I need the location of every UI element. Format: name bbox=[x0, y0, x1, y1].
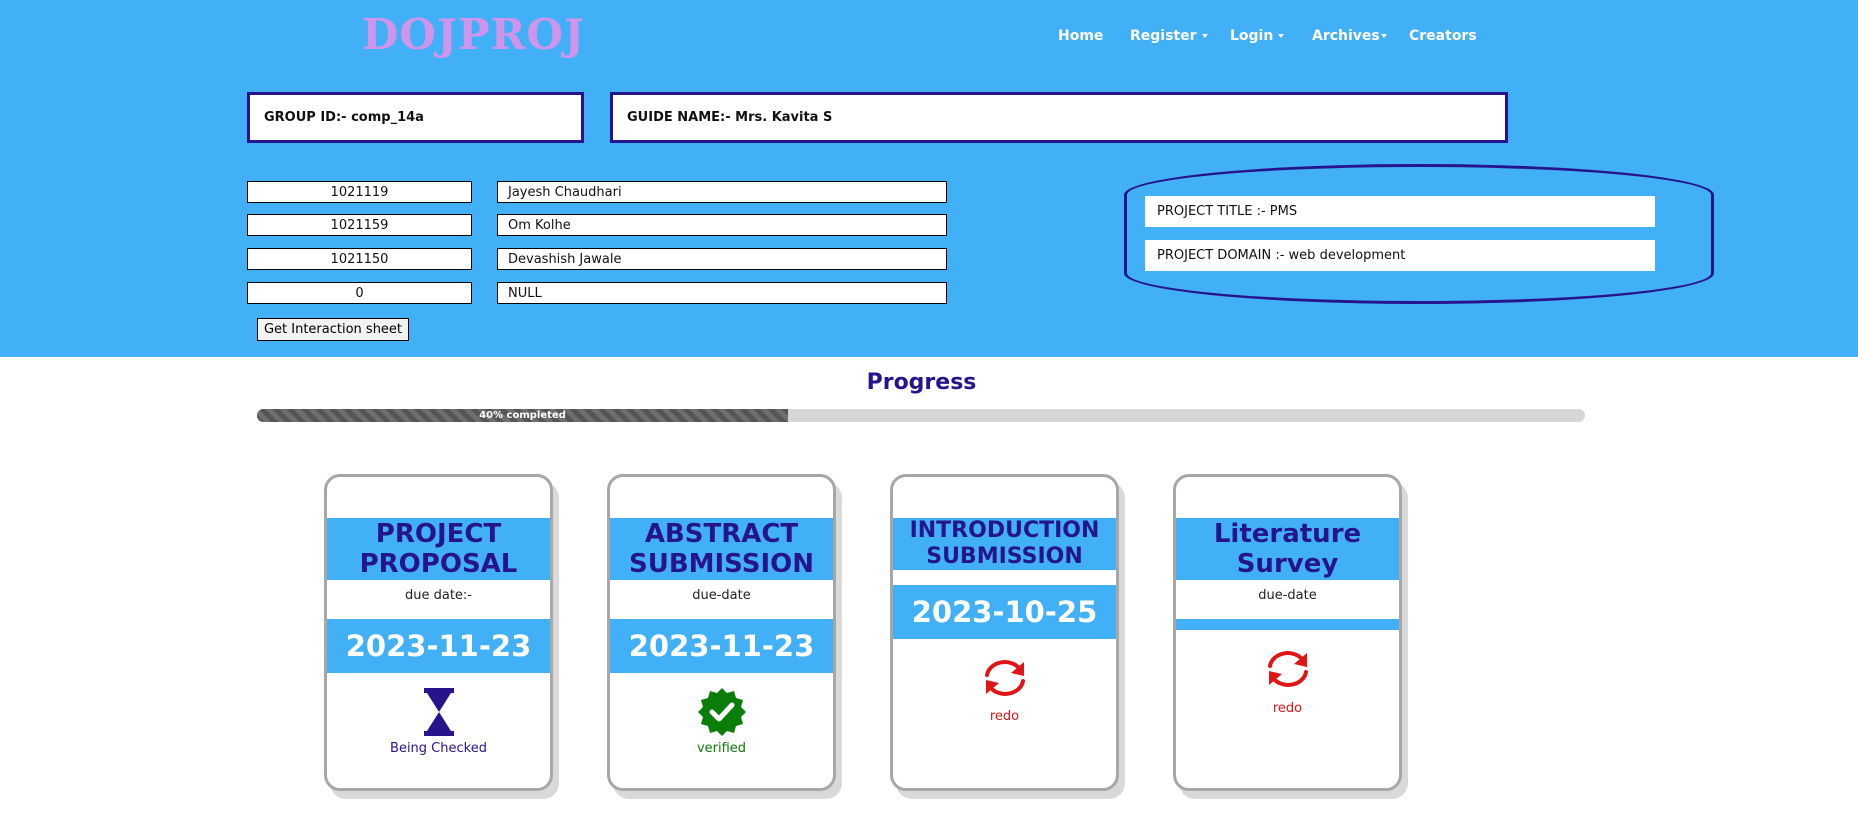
card-date: 2023-10-25 bbox=[911, 595, 1098, 629]
header: DOJPROJ Home Register Login Archives Cre… bbox=[0, 0, 1858, 357]
redo-icon bbox=[1263, 649, 1313, 693]
project-title-field: PROJECT TITLE :- PMS bbox=[1145, 196, 1655, 227]
progress-heading: Progress bbox=[866, 370, 977, 395]
card-title: PROJECT PROPOSAL bbox=[359, 519, 518, 579]
progress-label: 40% completed bbox=[479, 410, 566, 421]
card-date-band: 2023-11-23 bbox=[327, 619, 550, 673]
card-date-band: 2023-11-23 bbox=[610, 619, 833, 673]
nav-home[interactable]: Home bbox=[1058, 28, 1103, 44]
milestone-card-abstract-submission[interactable]: ABSTRACT SUBMISSION due-date 2023-11-23 … bbox=[607, 474, 836, 791]
nav-creators[interactable]: Creators bbox=[1409, 28, 1477, 44]
card-status: redo bbox=[893, 709, 1116, 724]
card-due-label: due-date bbox=[692, 588, 751, 603]
nav-register[interactable]: Register bbox=[1130, 28, 1208, 44]
card-due-label: due date:- bbox=[404, 588, 472, 603]
card-status-text: redo bbox=[989, 709, 1020, 724]
card-date-band bbox=[1176, 619, 1399, 630]
card-title-band: PROJECT PROPOSAL bbox=[327, 518, 550, 580]
card-status: redo bbox=[1176, 701, 1399, 716]
redo-icon bbox=[980, 658, 1030, 702]
project-domain-field: PROJECT DOMAIN :- web development bbox=[1145, 240, 1655, 271]
card-title-band: INTRODUCTION SUBMISSION bbox=[893, 518, 1116, 570]
card-status-text: redo bbox=[1272, 701, 1303, 716]
member-name-2: Om Kolhe bbox=[497, 214, 947, 236]
site-logo[interactable]: DOJPROJ bbox=[362, 10, 585, 59]
card-title-band: ABSTRACT SUBMISSION bbox=[610, 518, 833, 580]
card-date: 2023-11-23 bbox=[345, 629, 532, 663]
milestone-card-project-proposal[interactable]: PROJECT PROPOSAL due date:- 2023-11-23 B… bbox=[324, 474, 553, 791]
caret-down-icon bbox=[1201, 34, 1208, 38]
hourglass-icon bbox=[423, 688, 454, 740]
member-id-3: 1021150 bbox=[247, 248, 472, 270]
project-info-panel bbox=[1124, 164, 1714, 304]
verified-badge-icon bbox=[697, 688, 746, 740]
card-status: Being Checked bbox=[327, 741, 550, 756]
group-id-box: GROUP ID:- comp_14a bbox=[247, 92, 584, 143]
card-title-band: Literature Survey bbox=[1176, 518, 1399, 580]
member-id-1: 1021119 bbox=[247, 181, 472, 203]
member-name-4: NULL bbox=[497, 282, 947, 304]
card-title: ABSTRACT SUBMISSION bbox=[628, 519, 815, 579]
milestone-card-literature-survey[interactable]: Literature Survey due-date redo bbox=[1173, 474, 1402, 791]
member-id-4: 0 bbox=[247, 282, 472, 304]
get-interaction-sheet-button[interactable]: Get Interaction sheet bbox=[257, 318, 409, 341]
member-name-3: Devashish Jawale bbox=[497, 248, 947, 270]
member-name-1: Jayesh Chaudhari bbox=[497, 181, 947, 203]
card-status: verified bbox=[610, 741, 833, 756]
nav-login-label: Login bbox=[1230, 28, 1274, 44]
milestone-card-introduction-submission[interactable]: INTRODUCTION SUBMISSION 2023-10-25 redo bbox=[890, 474, 1119, 791]
card-due-label: due-date bbox=[1258, 588, 1317, 603]
guide-name-box: GUIDE NAME:- Mrs. Kavita S bbox=[610, 92, 1508, 143]
card-date: 2023-11-23 bbox=[628, 629, 815, 663]
progress-bar: 40% completed bbox=[257, 409, 1585, 422]
nav-archives[interactable]: Archives bbox=[1312, 28, 1387, 44]
card-date-band: 2023-10-25 bbox=[893, 585, 1116, 639]
caret-down-icon bbox=[1380, 34, 1387, 38]
card-status-text: verified bbox=[696, 741, 747, 756]
nav-login[interactable]: Login bbox=[1230, 28, 1285, 44]
caret-down-icon bbox=[1278, 34, 1285, 38]
card-status-text: Being Checked bbox=[390, 741, 487, 756]
card-title: INTRODUCTION SUBMISSION bbox=[909, 518, 1100, 569]
card-title: Literature Survey bbox=[1213, 519, 1362, 579]
nav-archives-label: Archives bbox=[1312, 28, 1380, 44]
member-id-2: 1021159 bbox=[247, 214, 472, 236]
nav-register-label: Register bbox=[1130, 28, 1197, 44]
